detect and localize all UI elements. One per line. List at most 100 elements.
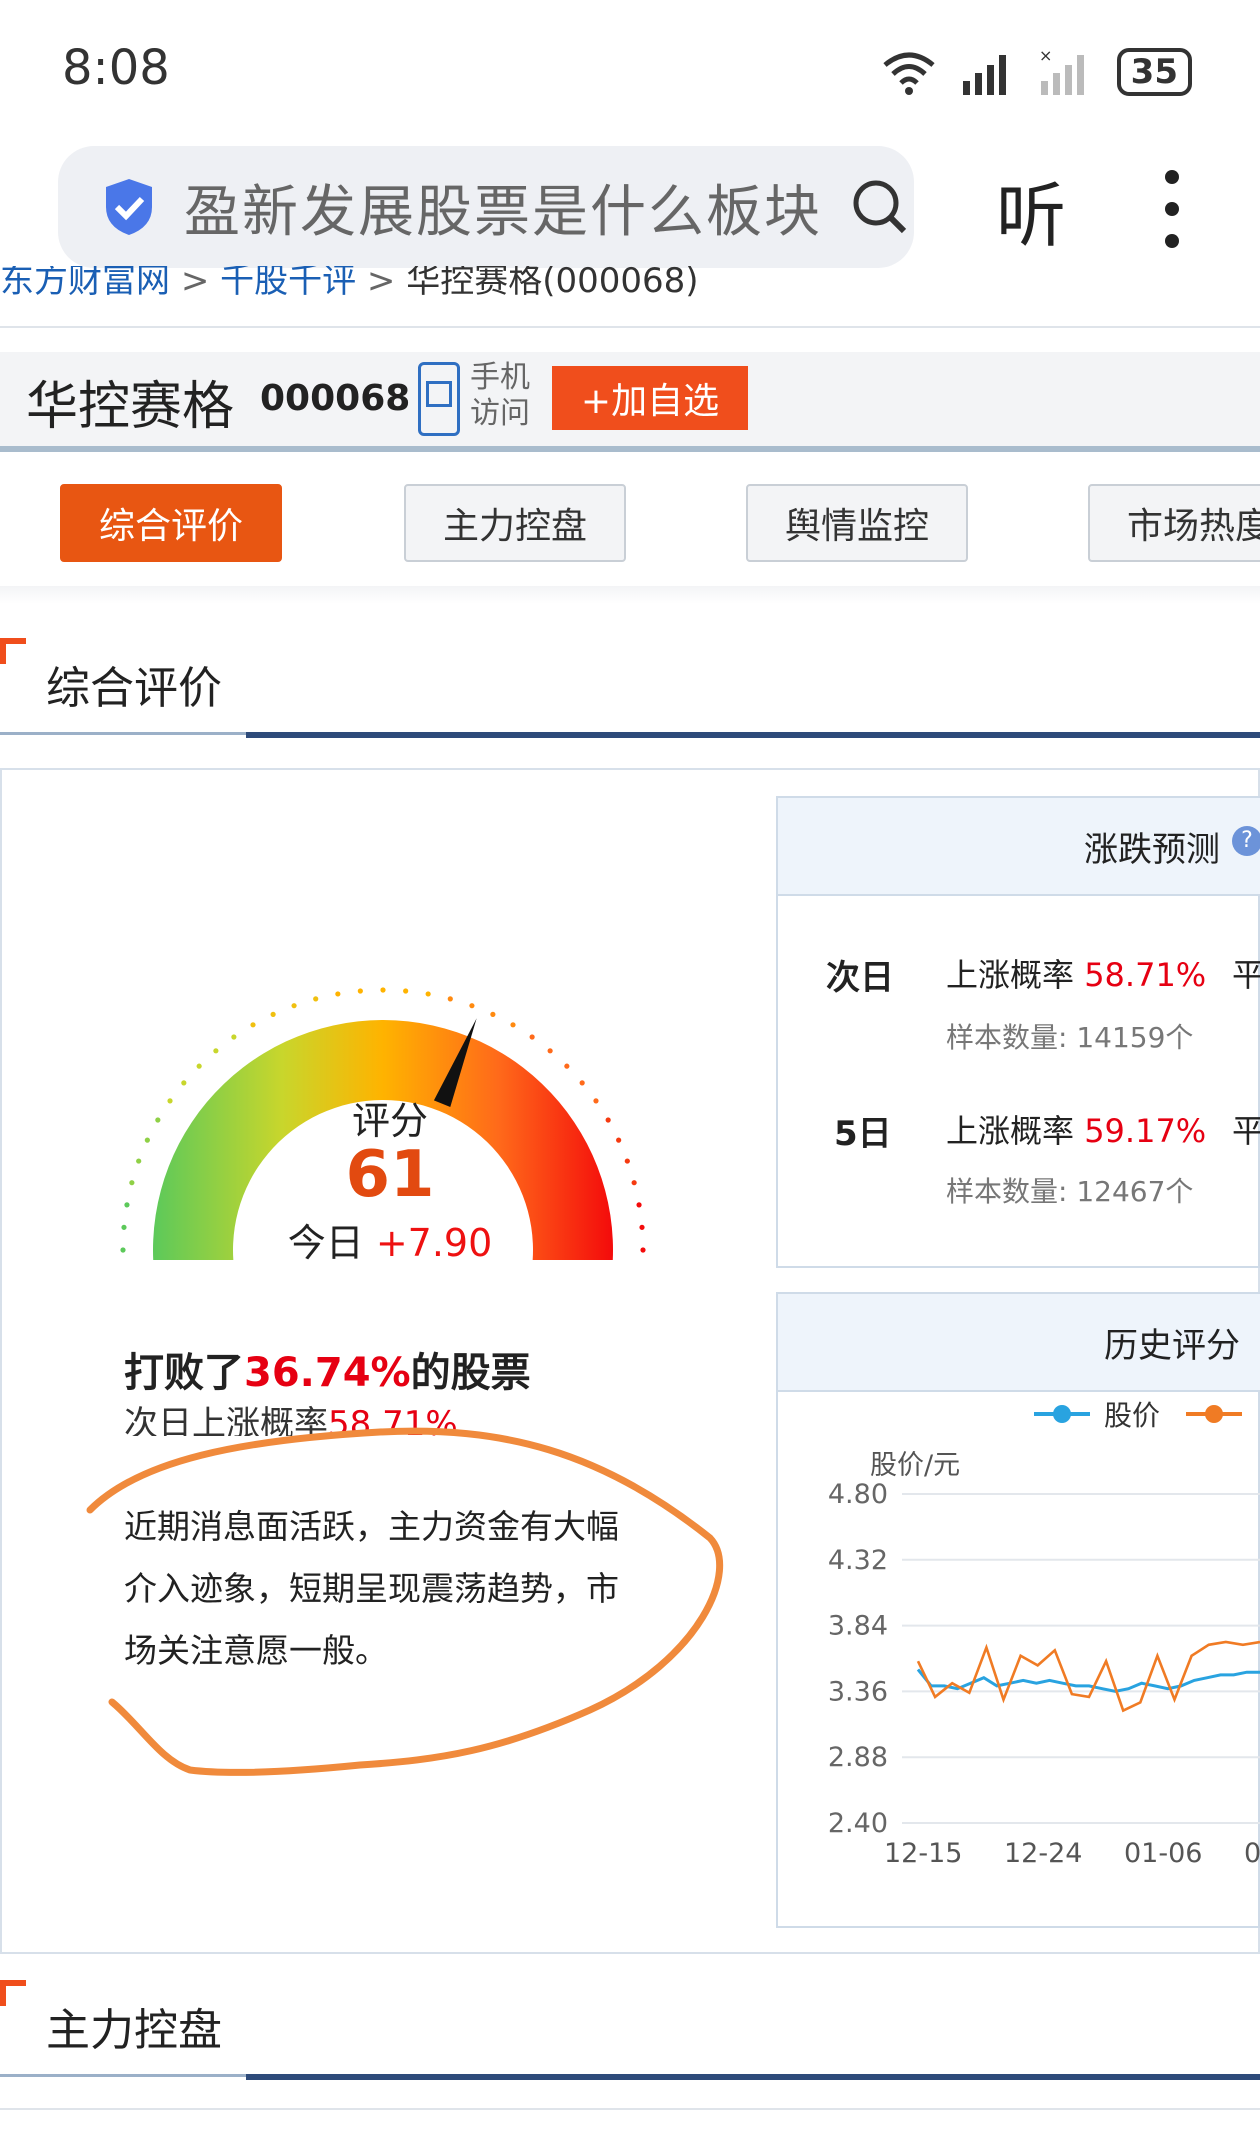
forecast-title: 涨跌预测 — [1084, 830, 1220, 870]
section-title-main-control: 主力控盘 — [46, 2005, 222, 2056]
signal-off-icon: × — [1039, 47, 1084, 95]
breadcrumb-item-review[interactable]: 千股千评 — [220, 266, 356, 301]
breadcrumb-item-current: 华控赛格(000068) — [406, 266, 699, 301]
y-tick-label: 3.84 — [828, 1611, 888, 1642]
gauge-dot — [181, 1080, 187, 1086]
signal-icon — [962, 55, 1006, 95]
history-chart: 股价股价/元4.80 4.32 3.84 3.36 2.88 2.4012-15 12-24… — [828, 1399, 1260, 1869]
y-tick-label: 4.80 — [828, 1479, 888, 1510]
search-input[interactable]: 盈新发展股票是什么板块 — [184, 167, 822, 248]
gauge-dot — [579, 1080, 585, 1086]
beat-percent: 36.74% — [244, 1350, 411, 1396]
gauge-dot — [510, 1022, 516, 1028]
section-corner — [0, 638, 26, 664]
gauge-dot — [624, 1158, 630, 1164]
section-corner-2 — [0, 1980, 26, 2006]
divider-bottom — [0, 2108, 1260, 2110]
x-tick-label: 12-15 — [884, 1838, 962, 1869]
battery-icon: 35 — [1116, 48, 1192, 96]
forecast-period-next-day: 次日 — [826, 958, 894, 998]
stock-name: 华控赛格 — [26, 377, 235, 437]
gauge-dot — [120, 1247, 126, 1253]
gauge-dot — [335, 991, 341, 997]
help-icon[interactable]: ? — [1232, 826, 1260, 856]
mobile-visit-link[interactable]: 手机 访问 — [470, 360, 530, 432]
gauge-dot — [124, 1202, 130, 1208]
gauge-dot — [291, 1003, 297, 1009]
legend-label: 股价 — [1104, 1399, 1160, 1432]
gauge-dot — [631, 1180, 637, 1186]
annotation-circle — [86, 1427, 724, 1776]
legend-marker — [1205, 1405, 1223, 1423]
gauge-dot — [593, 1098, 599, 1104]
more-menu-icon[interactable] — [1160, 170, 1184, 250]
status-icons: × 35 — [879, 42, 1192, 102]
gauge-dot — [250, 1022, 256, 1028]
x-tick-label: 01-06 — [1124, 1838, 1202, 1869]
y-tick-label: 2.40 — [828, 1808, 888, 1839]
tab-market-heat[interactable]: 市场热度 — [1088, 484, 1260, 562]
listen-button[interactable]: 听 — [996, 160, 1066, 261]
gauge-dot — [213, 1048, 219, 1054]
forecast-sample-5-day: 样本数量: 12467个 — [946, 1175, 1194, 1208]
score-value: 61 — [345, 1138, 435, 1212]
today-prefix: 今日 — [287, 1221, 364, 1265]
forecast-rise-prob-5-day: 上涨概率 59.17% — [946, 1112, 1207, 1150]
gauge-dot — [129, 1180, 135, 1186]
gauge-dot — [231, 1034, 237, 1040]
section-title-overall: 综合评价 — [46, 663, 222, 714]
mobile-label-2: 访问 — [470, 396, 530, 431]
gauge-dot — [547, 1048, 553, 1054]
header-underline — [0, 446, 1260, 452]
gauge-dot — [529, 1034, 535, 1040]
beat-prefix: 打败了 — [124, 1350, 244, 1396]
gauge-dot — [425, 991, 431, 997]
gauge-dot — [357, 988, 363, 994]
x-tick-label: 0 — [1244, 1838, 1260, 1869]
breadcrumb-item-home[interactable]: 东方财富网 — [0, 266, 170, 301]
gauge-dot — [640, 1247, 646, 1253]
forecast-flat-label-5d: 平 — [1232, 1112, 1260, 1150]
tab-main-control[interactable]: 主力控盘 — [404, 484, 626, 562]
section2-underline — [246, 2074, 1260, 2080]
tab-shadow — [0, 586, 1260, 604]
tab-sentiment-monitor[interactable]: 舆情监控 — [746, 484, 968, 562]
search-icon[interactable] — [850, 177, 910, 237]
forecast-flat-label: 平 — [1232, 956, 1260, 994]
beat-line: 打败了36.74%的股票 — [124, 1340, 531, 1398]
shield-icon — [106, 179, 152, 235]
y-tick-label: 3.36 — [828, 1676, 888, 1707]
gauge-dot — [167, 1098, 173, 1104]
svg-text:×: × — [1039, 47, 1052, 65]
today-change-line: 今日 +7.90 — [240, 1212, 540, 1267]
mobile-label-1: 手机 — [470, 360, 530, 395]
divider — [0, 326, 1260, 328]
gauge-dot — [605, 1117, 611, 1123]
stock-code: 000068 — [260, 378, 411, 419]
add-watchlist-button[interactable]: +加自选 — [552, 366, 748, 430]
score-label: 评分 — [351, 1099, 428, 1143]
y-axis-label: 股价/元 — [870, 1450, 960, 1481]
y-tick-label: 4.32 — [828, 1545, 888, 1576]
qr-phone-icon[interactable] — [418, 362, 460, 436]
search-bar[interactable]: 盈新发展股票是什么板块 — [58, 146, 914, 268]
gauge-dot — [636, 1202, 642, 1208]
gauge-dot — [447, 996, 453, 1002]
section-underline-left — [0, 732, 246, 735]
gauge-dot — [403, 988, 409, 994]
gauge-dot — [155, 1117, 161, 1123]
forecast-sample-next-day: 样本数量: 14159个 — [946, 1021, 1194, 1054]
gauge-dot — [313, 996, 319, 1002]
y-tick-label: 2.88 — [828, 1742, 888, 1773]
history-title: 历史评分 — [1104, 1326, 1240, 1366]
wifi-icon — [883, 52, 935, 95]
section-underline — [246, 732, 1260, 738]
beat-suffix: 的股票 — [410, 1350, 531, 1396]
breadcrumb: 东方财富网 > 千股千评 > 华控赛格(000068) — [0, 266, 699, 302]
gauge-dot — [136, 1158, 142, 1164]
status-time: 8:08 — [62, 40, 170, 96]
tab-overall-rating[interactable]: 综合评价 — [60, 484, 282, 562]
gauge-dot — [469, 1003, 475, 1009]
series-line-price — [916, 1668, 1260, 1693]
today-change: +7.90 — [375, 1221, 493, 1265]
